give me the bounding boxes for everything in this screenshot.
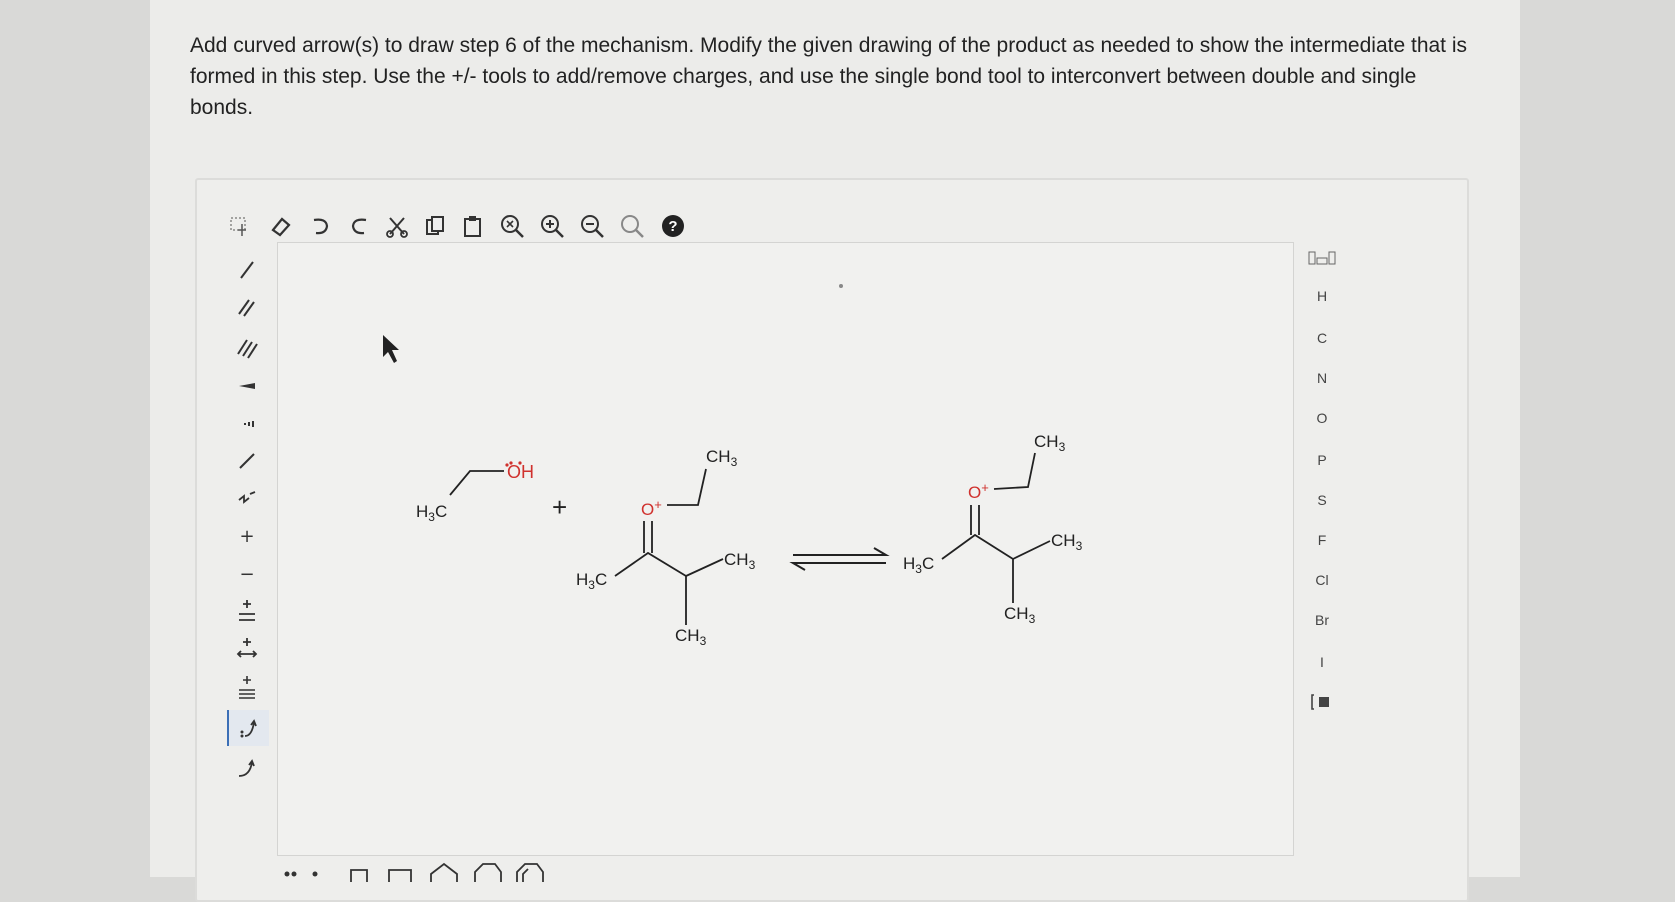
- element-cl[interactable]: Cl: [1292, 564, 1352, 596]
- equilibrium-arrow: [789, 547, 890, 571]
- oxygen-label: O: [641, 500, 654, 519]
- cyclobutane-ring-icon[interactable]: [385, 860, 415, 884]
- ring-tools: [277, 850, 677, 890]
- double-bond-tool[interactable]: [227, 290, 267, 326]
- curved-arrow-single-electron-tool[interactable]: [227, 750, 267, 786]
- redo-icon[interactable]: [343, 210, 375, 242]
- lone-pair-dot: [505, 463, 509, 467]
- svg-text:O+: O+: [968, 480, 989, 502]
- radical-plus-tool[interactable]: [227, 594, 267, 630]
- svg-text:H3C: H3C: [903, 554, 934, 576]
- mouse-cursor-icon: [383, 335, 399, 363]
- reactant-oxonium: H3C O+ CH3 CH3 CH3: [576, 447, 756, 648]
- structure-editor: ? + − H3C OH + H3C O+ CH3 CH3 CH3 H3C O+…: [195, 178, 1469, 902]
- svg-text:CH3: CH3: [1004, 604, 1036, 626]
- element-o[interactable]: O: [1292, 402, 1352, 434]
- copy-icon[interactable]: [419, 210, 451, 242]
- eraser-icon[interactable]: [265, 210, 297, 242]
- cyclohexane-ring-icon[interactable]: [471, 860, 505, 884]
- element-h[interactable]: H: [1292, 280, 1352, 312]
- positive-charge: +: [654, 497, 662, 512]
- periodic-table-icon[interactable]: [1292, 242, 1352, 274]
- curved-arrow-electron-pair-tool[interactable]: [227, 710, 269, 746]
- question-text: Add curved arrow(s) to draw step 6 of th…: [190, 34, 1468, 119]
- element-i[interactable]: I: [1292, 646, 1352, 678]
- element-n[interactable]: N: [1292, 362, 1352, 394]
- svg-text:CH3: CH3: [1034, 432, 1066, 454]
- single-bond-tool[interactable]: [227, 252, 267, 288]
- cyclopentane-ring-icon[interactable]: [427, 860, 461, 884]
- ch3-h: H: [416, 502, 428, 521]
- svg-text:CH3: CH3: [675, 626, 707, 648]
- positive-charge-tool[interactable]: +: [227, 518, 267, 554]
- canvas-dot: [839, 284, 843, 288]
- zoom-fit-icon[interactable]: [617, 210, 649, 242]
- element-s[interactable]: S: [1292, 484, 1352, 516]
- benzene-ring-icon[interactable]: [513, 860, 547, 884]
- lone-pair-dot: [518, 461, 522, 465]
- svg-text:CH3: CH3: [724, 550, 756, 572]
- svg-text:CH3: CH3: [706, 447, 738, 469]
- help-icon: ?: [662, 215, 684, 237]
- ring-chain-tool[interactable]: [227, 480, 267, 516]
- element-p[interactable]: P: [1292, 444, 1352, 476]
- triple-bond-tool[interactable]: [227, 330, 267, 366]
- element-c[interactable]: C: [1292, 322, 1352, 354]
- element-br[interactable]: Br: [1292, 604, 1352, 636]
- svg-text:H3C: H3C: [576, 570, 607, 592]
- paste-icon[interactable]: [457, 210, 489, 242]
- reactant-ethanol: H3C OH: [416, 461, 534, 524]
- hydroxyl-group: OH: [507, 462, 534, 482]
- negative-charge-tool[interactable]: −: [227, 556, 267, 592]
- cyclopropane-ring-icon[interactable]: [345, 860, 375, 884]
- resonance-plus-tool[interactable]: [227, 632, 267, 668]
- product-oxonium: H3C O+ CH3 CH3 CH3: [903, 432, 1083, 626]
- chain-tool[interactable]: [227, 442, 267, 478]
- equilibrium-plus-tool[interactable]: [227, 670, 267, 706]
- cut-icon[interactable]: [381, 210, 413, 242]
- svg-text:H3C: H3C: [416, 502, 447, 524]
- lone-pair-dot: [509, 461, 513, 465]
- generic-atom-icon[interactable]: [1292, 686, 1352, 718]
- undo-icon[interactable]: [305, 210, 337, 242]
- help-button[interactable]: ?: [657, 210, 689, 242]
- drawing-canvas[interactable]: H3C OH + H3C O+ CH3 CH3 CH3 H3C O+ CH3 C…: [277, 242, 1294, 856]
- mechanism-drawing: H3C OH + H3C O+ CH3 CH3 CH3 H3C O+ CH3 C…: [383, 284, 1083, 648]
- select-tool-icon[interactable]: [225, 210, 257, 242]
- zoom-out-icon[interactable]: [577, 210, 609, 242]
- lone-pair-tool-icon[interactable]: [277, 860, 337, 884]
- svg-text:O+: O+: [641, 497, 662, 519]
- svg-text:CH3: CH3: [1051, 531, 1083, 553]
- wedge-bond-tool[interactable]: [227, 368, 267, 404]
- plus-sign: +: [552, 492, 567, 522]
- zoom-in-icon[interactable]: [537, 210, 569, 242]
- hash-bond-tool[interactable]: [227, 406, 267, 442]
- element-f[interactable]: F: [1292, 524, 1352, 556]
- clear-zoom-icon[interactable]: [497, 210, 529, 242]
